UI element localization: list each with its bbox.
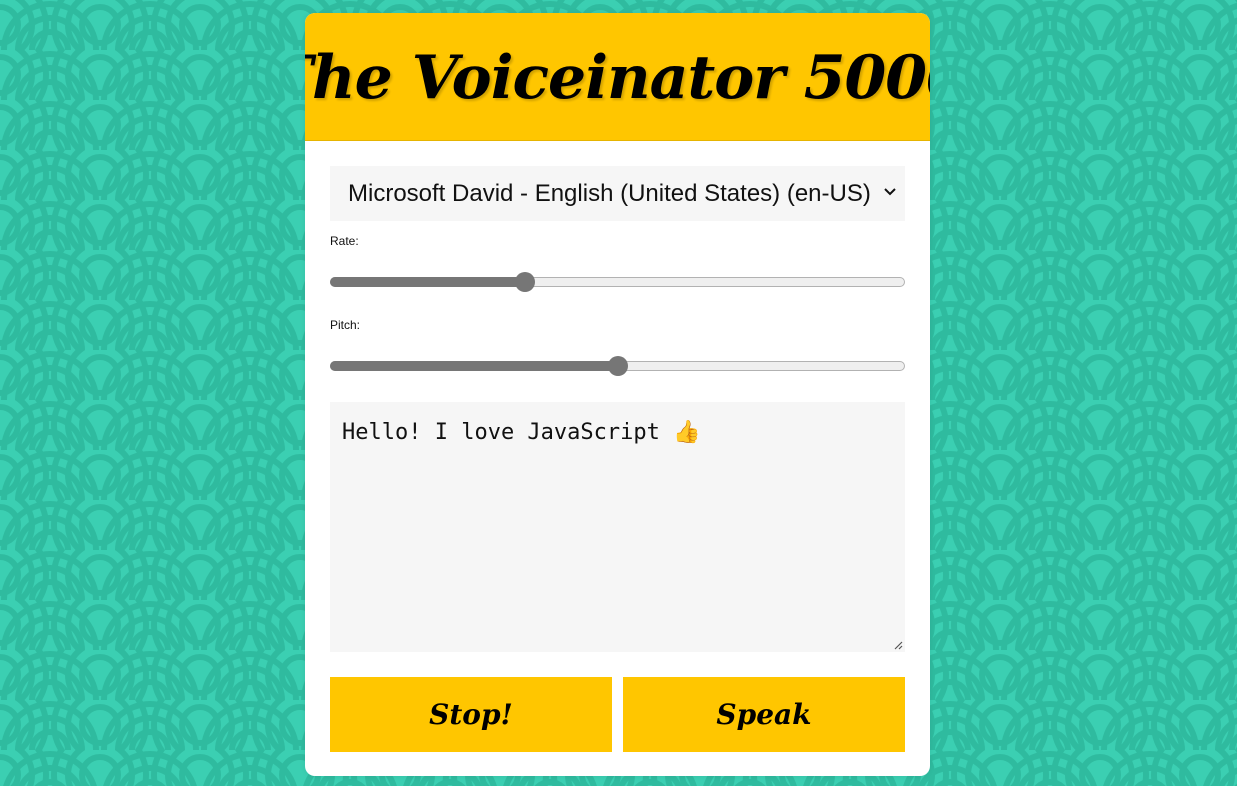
header: The Voiceinator 5000 [305,13,930,141]
message-text: Hello! I love JavaScript 👍 [342,420,701,445]
chevron-down-icon [884,188,896,196]
pitch-label: Pitch: [330,318,361,332]
pitch-slider[interactable] [330,356,905,376]
speak-button[interactable]: Speak [623,677,905,752]
pitch-slider-thumb[interactable] [607,356,628,376]
voiceinator-panel: The Voiceinator 5000 Microsoft David - E… [305,13,930,776]
rate-slider-fill [330,277,525,287]
pitch-slider-fill [330,361,618,371]
voice-select[interactable]: Microsoft David - English (United States… [330,166,905,221]
resize-handle-icon[interactable] [893,640,903,650]
rate-slider[interactable] [330,272,905,292]
rate-slider-thumb[interactable] [515,272,535,292]
rate-label: Rate: [330,234,359,248]
page-title: The Voiceinator 5000 [305,42,930,113]
voice-select-value: Microsoft David - English (United States… [348,179,871,207]
stop-button[interactable]: Stop! [330,677,612,752]
message-textarea[interactable]: Hello! I love JavaScript 👍 [330,402,905,652]
